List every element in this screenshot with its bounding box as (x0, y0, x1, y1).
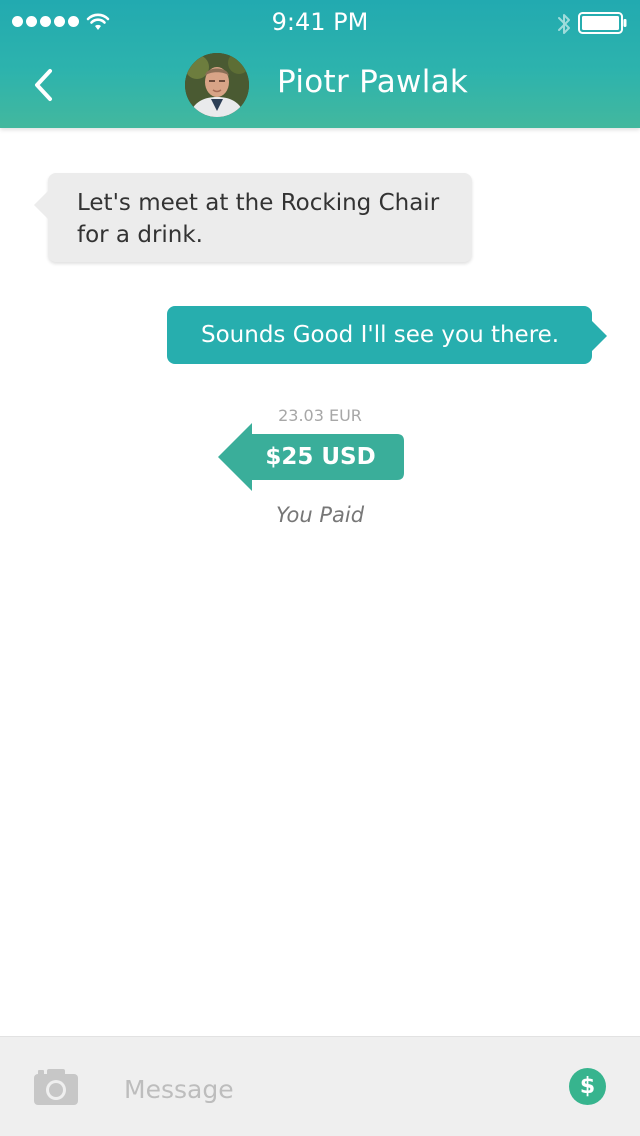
contact-name[interactable]: Piotr Pawlak (277, 64, 468, 100)
status-time: 9:41 PM (271, 8, 369, 36)
message-composer: $ (0, 1036, 640, 1136)
contact-avatar-photo (185, 53, 249, 117)
status-bar: 9:41 PM (0, 0, 640, 44)
dollar-icon: $ (579, 1074, 596, 1099)
outgoing-message-bubble[interactable]: Sounds Good I'll see you there. (167, 306, 607, 364)
payment-amount: $25 USD (265, 444, 376, 470)
message-text: Sounds Good I'll see you there. (201, 322, 560, 348)
incoming-message-bubble[interactable]: Let's meet at the Rocking Chair for a dr… (34, 173, 472, 262)
avatar[interactable] (185, 53, 249, 117)
bluetooth-icon (558, 14, 570, 34)
camera-button[interactable] (32, 1067, 80, 1107)
payment-status: You Paid (275, 503, 365, 527)
battery-icon (578, 12, 627, 34)
back-button[interactable] (22, 60, 66, 110)
camera-icon (34, 1069, 78, 1105)
message-input[interactable] (124, 1065, 524, 1113)
chevron-left-icon (35, 69, 52, 101)
message-text: Let's meet at the Rocking Chair for a dr… (77, 190, 440, 248)
navigation-header: 9:41 PM Piotr Pawlak (0, 0, 640, 128)
send-money-button[interactable]: $ (569, 1068, 606, 1105)
